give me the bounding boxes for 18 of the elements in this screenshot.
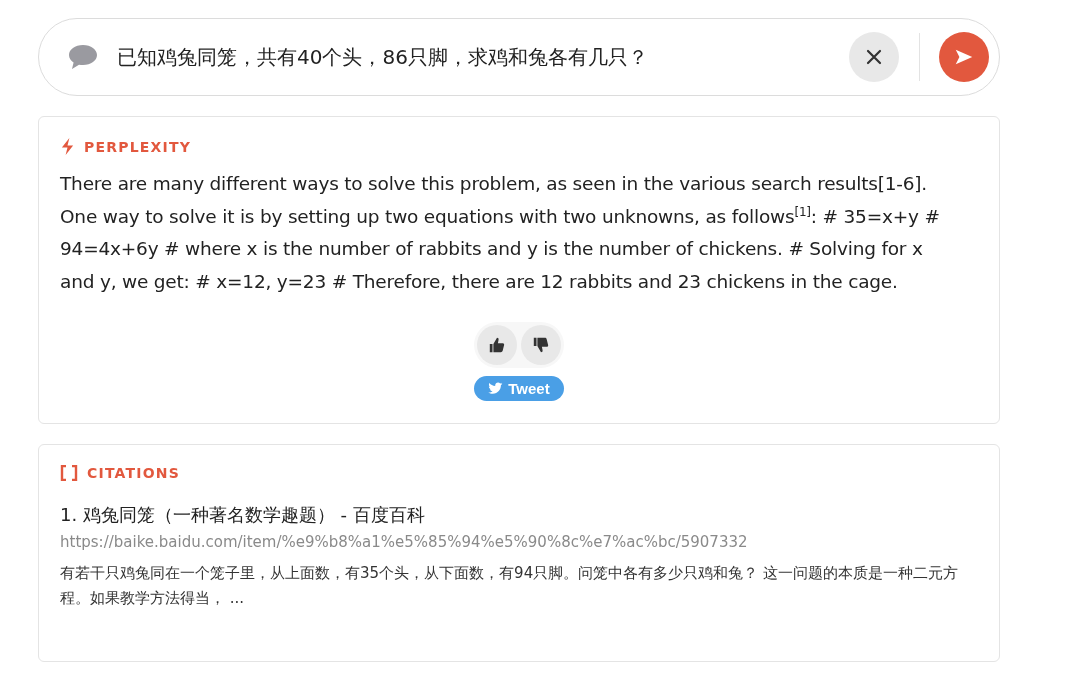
source-label: PERPLEXITY [84,138,192,155]
send-button[interactable] [939,32,989,82]
search-query[interactable]: 已知鸡兔同笼，共有40个头，86只脚，求鸡和兔各有几只？ [117,43,849,71]
brackets-icon [60,465,78,481]
answer-text: There are many different ways to solve this problem, as seen in the various search results[1-6]. One way to solve it is by setting up two equations with two unknowns, as follows$^{[1]}$: # 35=x+y # 94=4x+6y # where x is the number of rabbits and y is the number of chickens. # Solving for x and y, we get: # x=12, y=23 # Therefore, there are 12 rabbits and 23 chickens in the cage. [60,172,941,294]
chat-bubble-icon [67,43,99,71]
bird-icon [488,382,504,395]
thumbs-up-button[interactable] [477,325,517,365]
citation-snippet: 有若干只鸡兔同在一个笼子里，从上面数，有35个头，从下面数，有94只脚。问笼中各有多少只鸡和兔？ 这一问题的本质是一种二元方程。如果教学方法得当， ... [60,563,959,609]
citation-title-link[interactable]: 1. 鸡兔同笼（一种著名数学趣题） - 百度百科 [60,503,978,527]
lightning-icon [60,137,75,156]
thumbs-down-button[interactable] [521,325,561,365]
citation-url-link[interactable]: https://baike.baidu.com/item/%e9%b8%a1%e5%85%94%e5%90%8c%e7%ac%bc/5907332 [60,533,978,551]
clear-button[interactable] [849,32,899,82]
citations-heading: CITATIONS [87,465,180,481]
thumbs-down-icon [532,336,550,354]
close-icon [864,47,884,67]
thumbs-up-icon [488,336,506,354]
